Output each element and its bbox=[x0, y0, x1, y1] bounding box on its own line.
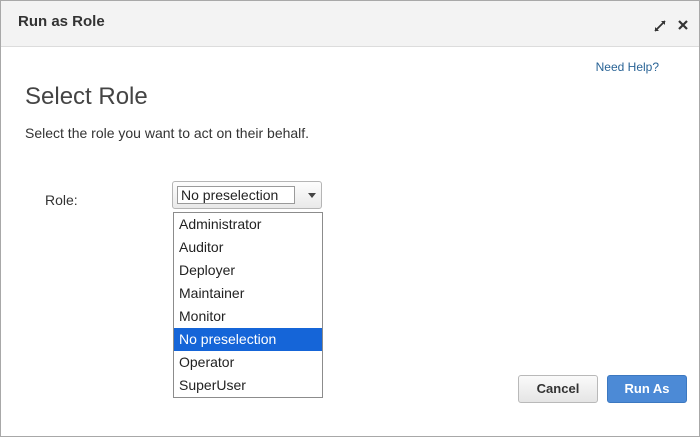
role-option[interactable]: SuperUser bbox=[174, 374, 322, 397]
role-option[interactable]: Auditor bbox=[174, 236, 322, 259]
dialog-description: Select the role you want to act on their… bbox=[25, 125, 310, 141]
role-option[interactable]: Administrator bbox=[174, 213, 322, 236]
role-label: Role: bbox=[45, 192, 78, 208]
chevron-down-icon bbox=[308, 193, 316, 198]
role-select[interactable]: No preselection bbox=[172, 181, 322, 209]
role-option[interactable]: Operator bbox=[174, 351, 322, 374]
cancel-button[interactable]: Cancel bbox=[518, 375, 598, 403]
expand-arrows-icon[interactable] bbox=[652, 18, 668, 34]
dialog-titlebar: Run as Role bbox=[1, 1, 699, 47]
role-option[interactable]: Monitor bbox=[174, 305, 322, 328]
run-as-role-dialog: Run as Role Need Help? Select Role Selec… bbox=[0, 0, 700, 437]
role-option[interactable]: Deployer bbox=[174, 259, 322, 282]
need-help-link[interactable]: Need Help? bbox=[596, 60, 659, 74]
role-select-value: No preselection bbox=[177, 186, 295, 204]
run-as-button[interactable]: Run As bbox=[607, 375, 687, 403]
close-icon[interactable] bbox=[676, 18, 690, 32]
dialog-title: Run as Role bbox=[18, 13, 105, 30]
page-heading: Select Role bbox=[25, 83, 148, 110]
role-option[interactable]: No preselection bbox=[174, 328, 322, 351]
role-dropdown-list[interactable]: Administrator Auditor Deployer Maintainer Mo… bbox=[173, 212, 323, 398]
role-option[interactable]: Maintainer bbox=[174, 282, 322, 305]
